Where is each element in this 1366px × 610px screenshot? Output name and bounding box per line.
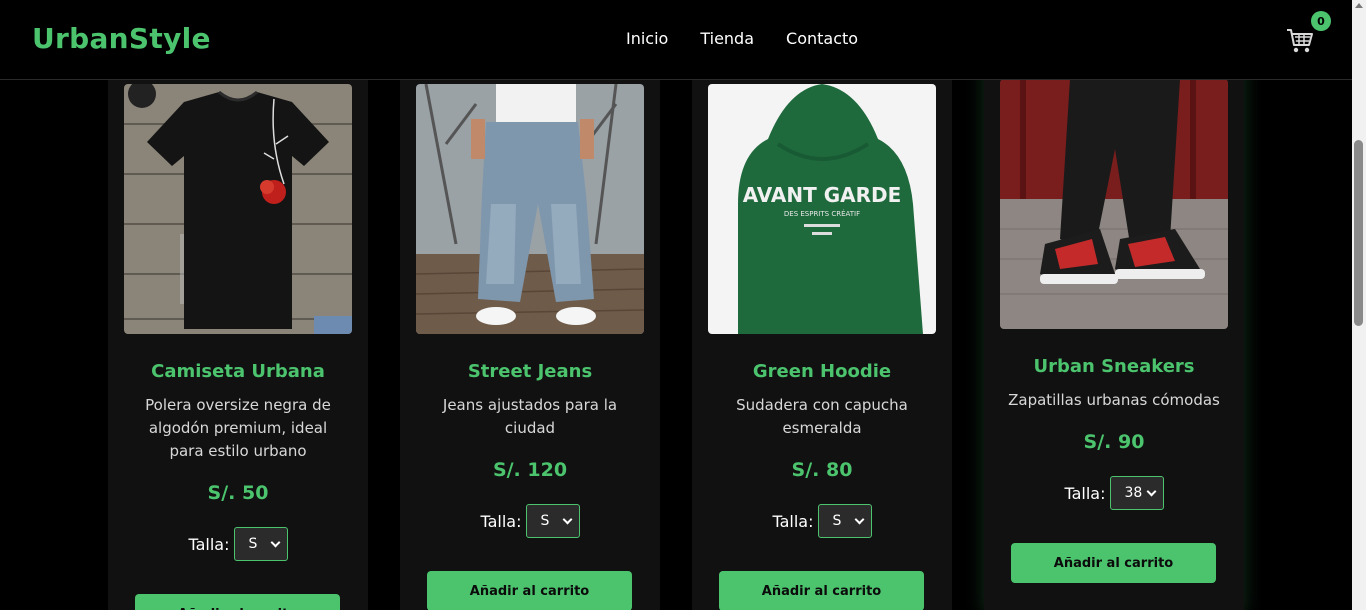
chevron-down-icon	[1146, 486, 1156, 496]
scrollbar-thumb[interactable]	[1354, 140, 1363, 326]
product-price: S/. 50	[207, 482, 269, 504]
chevron-down-icon	[562, 514, 572, 524]
product-card: Urban Sneakers Zapatillas urbanas cómoda…	[984, 55, 1244, 610]
product-card: AVANT GARDE DES ESPRITS CRÉATIF Green Ho…	[692, 60, 952, 610]
sneakers-image	[1000, 79, 1228, 329]
black-tshirt-rose-image	[124, 84, 352, 334]
size-row: Talla: S	[400, 504, 660, 538]
product-description: Sudadera con capucha esmeralda	[736, 396, 908, 437]
scroll-up-arrow-icon[interactable]	[1355, 3, 1363, 8]
product-price: S/. 90	[1083, 431, 1145, 453]
svg-text:AVANT GARDE: AVANT GARDE	[743, 183, 902, 207]
size-value: S	[248, 536, 258, 552]
product-card: Camiseta Urbana Polera oversize negra de…	[108, 60, 368, 610]
chevron-down-icon	[270, 537, 280, 547]
nav-link-contacto[interactable]: Contacto	[786, 29, 858, 48]
size-label: Talla:	[188, 534, 230, 554]
nav-link-inicio[interactable]: Inicio	[626, 29, 668, 48]
svg-text:DES ESPRITS CRÉATIF: DES ESPRITS CRÉATIF	[784, 209, 860, 218]
size-value: S	[832, 513, 842, 529]
product-name: Green Hoodie	[752, 361, 892, 382]
product-card: Street Jeans Jeans ajustados para la ciu…	[400, 60, 660, 610]
size-row: Talla: 38	[984, 476, 1244, 510]
cart-count-badge: 0	[1311, 11, 1331, 31]
size-select[interactable]: S	[233, 527, 288, 561]
size-label: Talla:	[480, 511, 522, 531]
size-row: Talla: S	[108, 527, 368, 561]
cart-icon[interactable]	[1286, 28, 1314, 54]
add-to-cart-button[interactable]: Añadir al carrito	[1011, 543, 1216, 583]
size-select[interactable]: S	[525, 504, 580, 538]
size-label: Talla:	[772, 511, 814, 531]
add-to-cart-button[interactable]: Añadir al carrito	[719, 571, 924, 610]
nav-link-tienda[interactable]: Tienda	[700, 29, 754, 48]
product-price: S/. 120	[492, 459, 568, 481]
product-name: Urban Sneakers	[1033, 356, 1195, 377]
product-name: Street Jeans	[467, 361, 593, 382]
nav-links: Inicio Tienda Contacto	[626, 29, 858, 48]
product-name: Camiseta Urbana	[151, 361, 325, 382]
navbar: UrbanStyle Inicio Tienda Contacto 0	[0, 0, 1352, 80]
size-value: S	[540, 513, 550, 529]
brand-logo[interactable]: UrbanStyle	[32, 22, 211, 55]
size-select[interactable]: 38	[1109, 476, 1164, 510]
size-value: 38	[1124, 485, 1143, 501]
add-to-cart-button[interactable]: Añadir al carrito	[135, 594, 340, 610]
product-price: S/. 80	[791, 459, 853, 481]
green-hoodie-image: AVANT GARDE DES ESPRITS CRÉATIF	[708, 84, 936, 334]
add-to-cart-button[interactable]: Añadir al carrito	[427, 571, 632, 610]
size-select[interactable]: S	[817, 504, 872, 538]
baggy-jeans-image	[416, 84, 644, 334]
product-description: Polera oversize negra de algodón premium…	[145, 396, 331, 460]
product-description: Zapatillas urbanas cómodas	[1008, 391, 1220, 409]
product-description: Jeans ajustados para la ciudad	[442, 396, 618, 437]
chevron-down-icon	[854, 514, 864, 524]
size-row: Talla: S	[692, 504, 952, 538]
size-label: Talla:	[1064, 483, 1106, 503]
